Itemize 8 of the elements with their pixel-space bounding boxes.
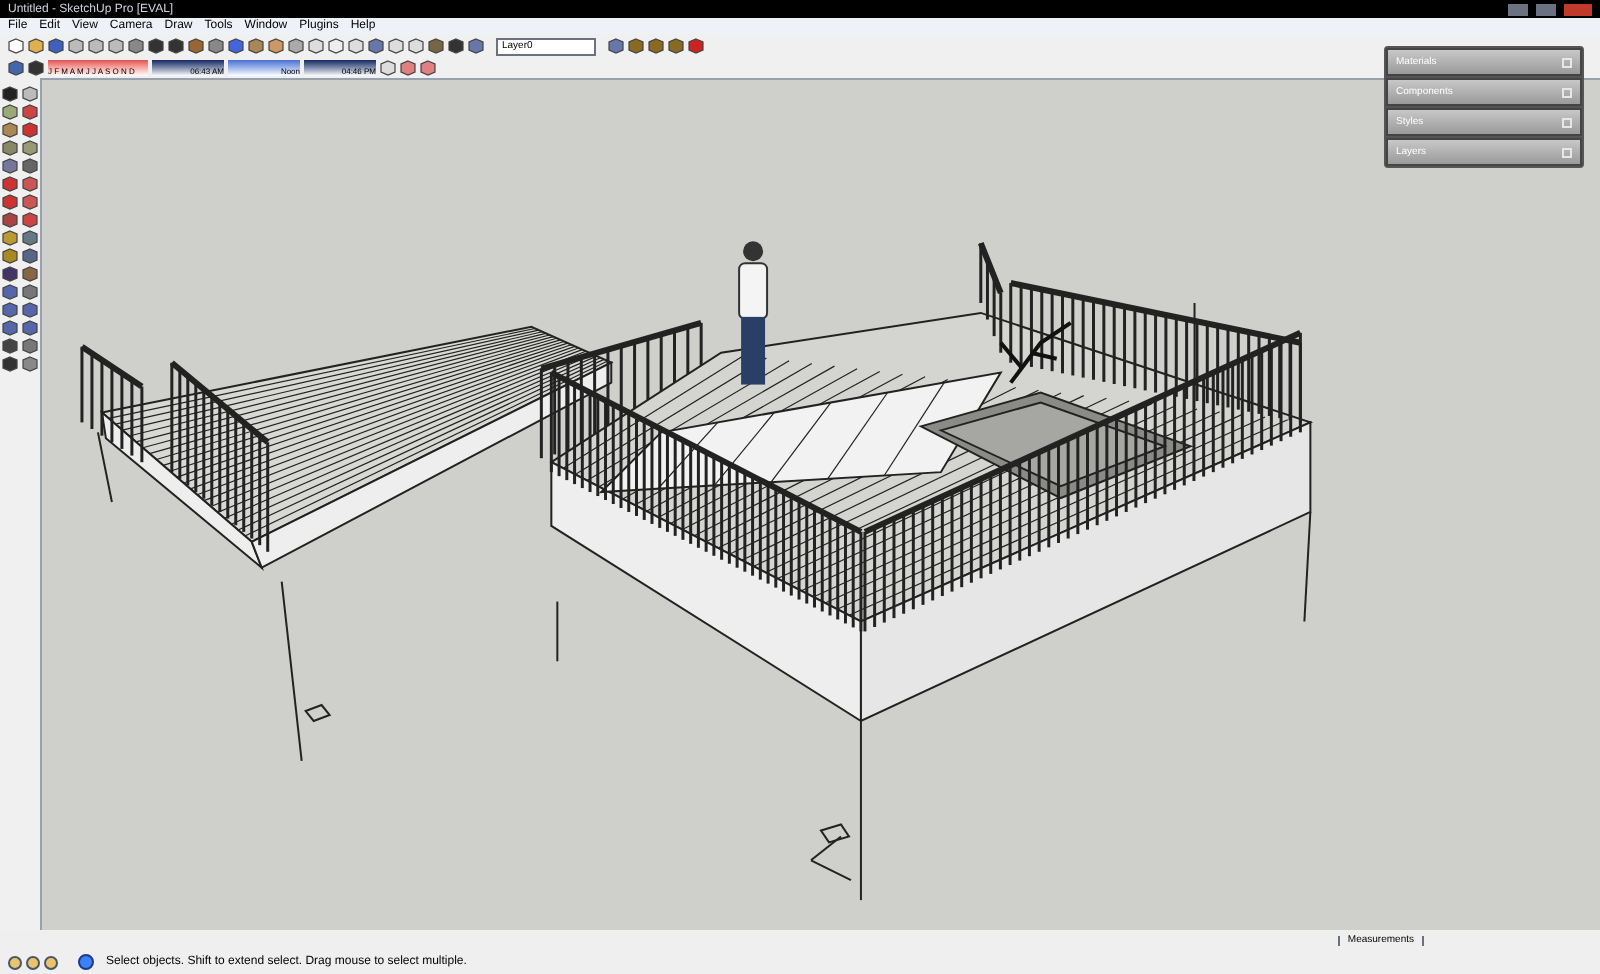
viewport[interactable] — [40, 78, 1600, 930]
panel-toggle-icon[interactable] — [1562, 57, 1572, 67]
close-button[interactable] — [1564, 3, 1592, 15]
panel-toggle-icon[interactable] — [1562, 87, 1572, 97]
panel-toggle-icon[interactable] — [1562, 147, 1572, 157]
panel-toggle-icon[interactable] — [1562, 117, 1572, 127]
minimize-button[interactable] — [1508, 3, 1528, 15]
maximize-button[interactable] — [1536, 3, 1556, 15]
